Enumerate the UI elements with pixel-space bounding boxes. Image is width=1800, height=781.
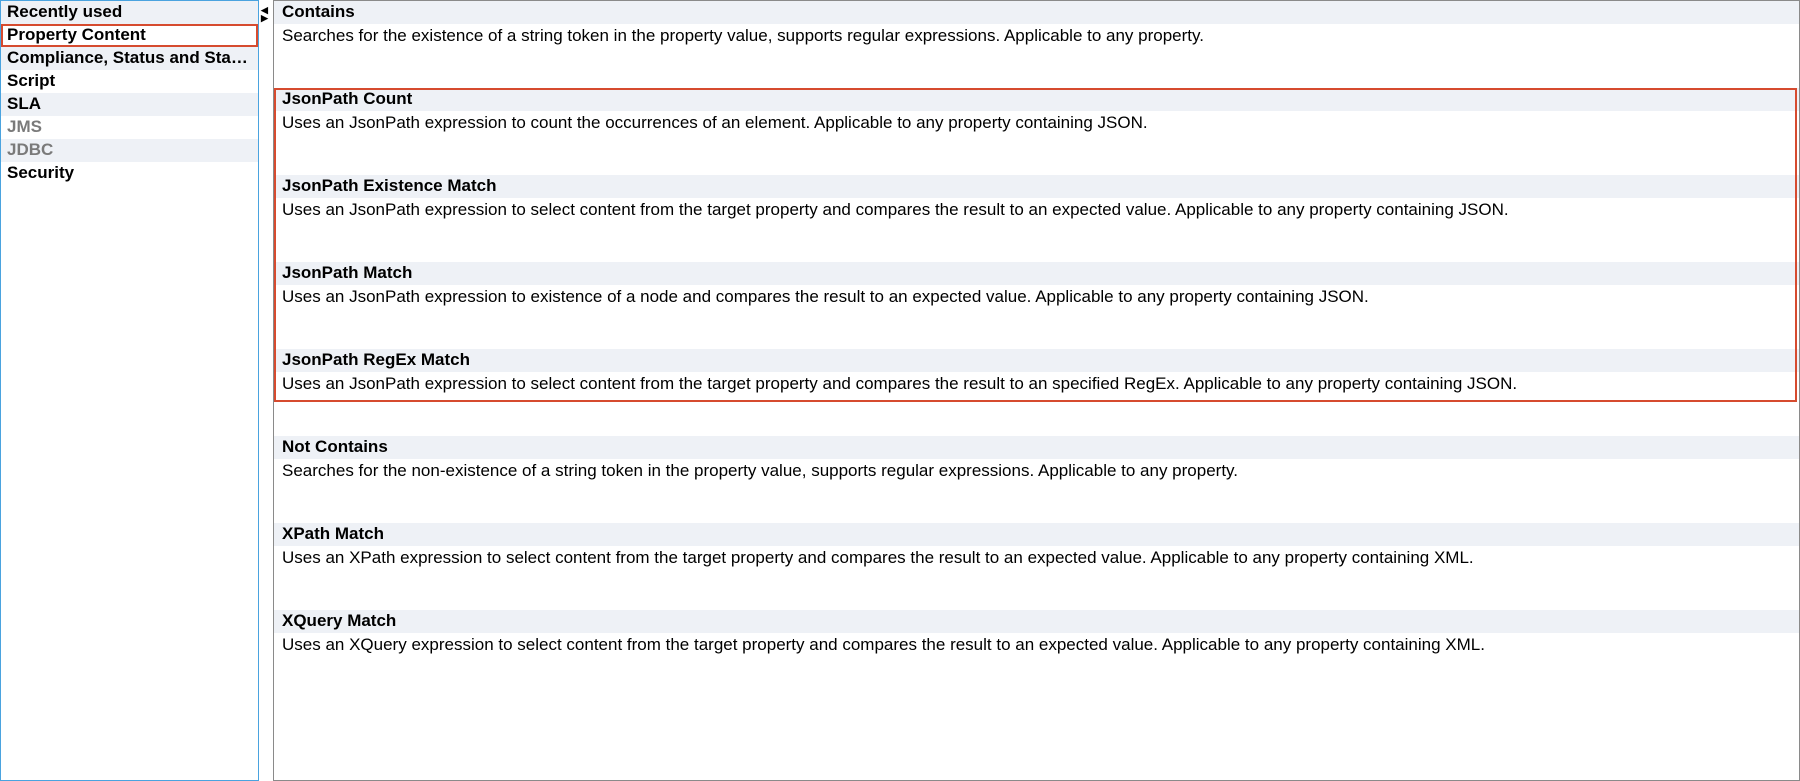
assertion-entry-title: Not Contains (274, 436, 1799, 459)
assertion-entry-description: Uses an XQuery expression to select cont… (274, 633, 1799, 657)
sidebar-item-jdbc[interactable]: JDBC (1, 139, 258, 162)
assertion-entry-description: Uses an JsonPath expression to select co… (274, 372, 1799, 396)
assertion-entry-not-contains[interactable]: Not ContainsSearches for the non-existen… (274, 436, 1799, 523)
assertion-entry-description: Uses an JsonPath expression to count the… (274, 111, 1799, 135)
assertion-entry-jsonpath-regex-match[interactable]: JsonPath RegEx MatchUses an JsonPath exp… (274, 349, 1799, 436)
assertion-entry-title: JsonPath Existence Match (274, 175, 1799, 198)
splitter-arrows-icon: ◀▶ (261, 6, 268, 22)
assertion-entry-title: XQuery Match (274, 610, 1799, 633)
assertion-entry-title: JsonPath Match (274, 262, 1799, 285)
assertion-entry-description: Uses an JsonPath expression to existence… (274, 285, 1799, 309)
assertion-entry-description: Searches for the non-existence of a stri… (274, 459, 1799, 483)
assertion-entry-title: JsonPath RegEx Match (274, 349, 1799, 372)
assertion-entry-jsonpath-count[interactable]: JsonPath CountUses an JsonPath expressio… (274, 88, 1799, 175)
category-sidebar: Recently usedProperty ContentCompliance,… (0, 0, 259, 781)
sidebar-item-jms[interactable]: JMS (1, 116, 258, 139)
sidebar-item-sla[interactable]: SLA (1, 93, 258, 116)
assertion-list-panel: ContainsSearches for the existence of a … (273, 0, 1800, 781)
sidebar-item-compliance-status-and-standards[interactable]: Compliance, Status and Stand… (1, 47, 258, 70)
assertion-entry-description: Searches for the existence of a string t… (274, 24, 1799, 48)
assertion-entry-contains[interactable]: ContainsSearches for the existence of a … (274, 1, 1799, 88)
assertion-entry-xpath-match[interactable]: XPath MatchUses an XPath expression to s… (274, 523, 1799, 610)
sidebar-item-recently-used[interactable]: Recently used (1, 1, 258, 24)
assertion-entry-jsonpath-match[interactable]: JsonPath MatchUses an JsonPath expressio… (274, 262, 1799, 349)
assertion-entry-description: Uses an XPath expression to select conte… (274, 546, 1799, 570)
assertion-entry-title: JsonPath Count (274, 88, 1799, 111)
root-container: Recently usedProperty ContentCompliance,… (0, 0, 1800, 781)
pane-splitter[interactable]: ◀▶ (259, 0, 273, 781)
assertion-entry-jsonpath-existence-match[interactable]: JsonPath Existence MatchUses an JsonPath… (274, 175, 1799, 262)
sidebar-item-security[interactable]: Security (1, 162, 258, 185)
assertion-entry-title: XPath Match (274, 523, 1799, 546)
assertion-entry-description: Uses an JsonPath expression to select co… (274, 198, 1799, 222)
sidebar-item-property-content[interactable]: Property Content (1, 24, 258, 47)
assertion-entry-xquery-match[interactable]: XQuery MatchUses an XQuery expression to… (274, 610, 1799, 667)
assertion-entry-title: Contains (274, 1, 1799, 24)
sidebar-item-script[interactable]: Script (1, 70, 258, 93)
